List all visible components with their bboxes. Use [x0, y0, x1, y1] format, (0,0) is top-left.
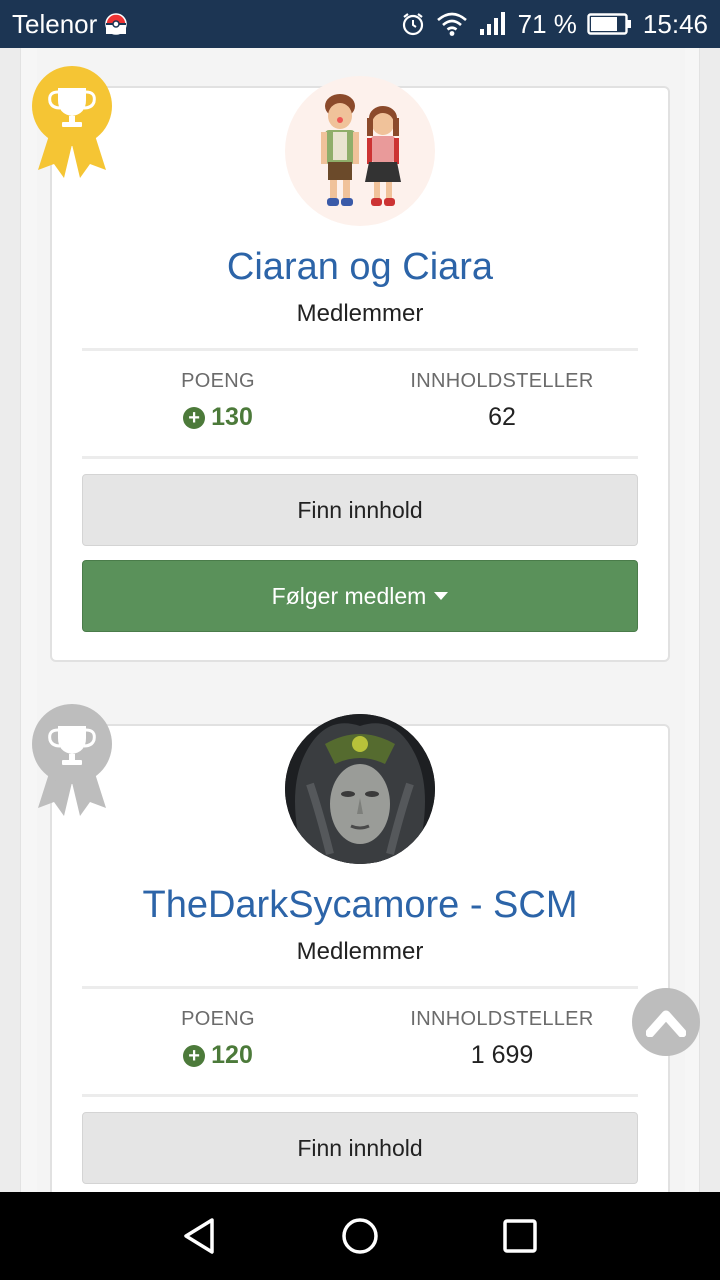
- recents-square-icon: [503, 1219, 537, 1253]
- home-button[interactable]: [330, 1206, 390, 1266]
- content-count-label: INNHOLDSTELLER: [410, 370, 594, 392]
- clock: 15:46: [642, 8, 708, 39]
- points-value: + 130: [183, 403, 253, 432]
- points-label: POENG: [181, 1008, 255, 1030]
- divider: [82, 348, 638, 351]
- couple-avatar-illustration: [321, 94, 401, 206]
- member-name-link[interactable]: Ciaran og Ciara: [52, 246, 668, 289]
- scroll-to-top-button[interactable]: [632, 988, 700, 1056]
- pokeball-notification-icon: [105, 13, 128, 35]
- divider: [82, 986, 638, 989]
- member-name-link[interactable]: TheDarkSycamore - SCM: [52, 884, 668, 927]
- content-count-value: 1 699: [470, 1041, 534, 1069]
- leaderboard-page[interactable]: Ciaran og Ciara Medlemmer POENG + 130 IN…: [0, 48, 720, 1192]
- signal-icon: [479, 12, 505, 35]
- chevron-up-icon: [646, 1010, 686, 1037]
- divider: [82, 456, 638, 459]
- content-count-stat: INNHOLDSTELLER 62: [372, 370, 632, 432]
- home-circle-icon: [342, 1218, 378, 1254]
- member-card: Ciaran og Ciara Medlemmer POENG + 130 IN…: [50, 76, 670, 662]
- alarm-icon: [402, 13, 423, 36]
- points-stat: POENG + 120: [88, 1008, 348, 1070]
- points-number: 120: [211, 1041, 253, 1069]
- content-count-stat: INNHOLDSTELLER 1 699: [372, 1008, 632, 1070]
- back-button[interactable]: [170, 1206, 230, 1266]
- member-group: Medlemmer: [296, 300, 424, 327]
- points-number: 130: [211, 403, 253, 431]
- points-label: POENG: [181, 370, 255, 392]
- points-value: + 120: [183, 1041, 253, 1070]
- divider: [82, 1094, 638, 1097]
- navigation-bar: [0, 1192, 720, 1280]
- status-bar: Telenor 71 % 15:46: [0, 0, 720, 48]
- wifi-icon: [436, 12, 467, 36]
- battery-icon: [587, 13, 631, 35]
- points-stat: POENG + 130: [88, 370, 348, 432]
- battery-percent: 71 %: [517, 8, 577, 39]
- back-triangle-icon: [184, 1218, 214, 1254]
- gold-trophy-ribbon-icon: [32, 66, 112, 178]
- member-card: TheDarkSycamore - SCM Medlemmer POENG + …: [50, 714, 670, 1192]
- following-member-label: Følger medlem: [271, 582, 427, 609]
- carrier-name: Telenor: [12, 8, 98, 39]
- content-count-label: INNHOLDSTELLER: [410, 1008, 594, 1030]
- recents-button[interactable]: [490, 1206, 550, 1266]
- member-group: Medlemmer: [296, 938, 424, 965]
- caret-down-icon: [434, 592, 449, 600]
- silver-trophy-ribbon-icon: [32, 704, 112, 816]
- member-avatar[interactable]: [285, 76, 435, 226]
- find-content-button[interactable]: Finn innhold: [82, 474, 638, 546]
- find-content-button[interactable]: Finn innhold: [82, 1112, 638, 1184]
- plus-circle-icon: +: [183, 406, 206, 429]
- following-member-button[interactable]: Følger medlem: [82, 560, 638, 632]
- member-avatar[interactable]: [285, 714, 435, 864]
- content-count-value: 62: [488, 403, 516, 431]
- dark-face-avatar-illustration: [285, 714, 435, 864]
- plus-circle-icon: +: [183, 1044, 206, 1067]
